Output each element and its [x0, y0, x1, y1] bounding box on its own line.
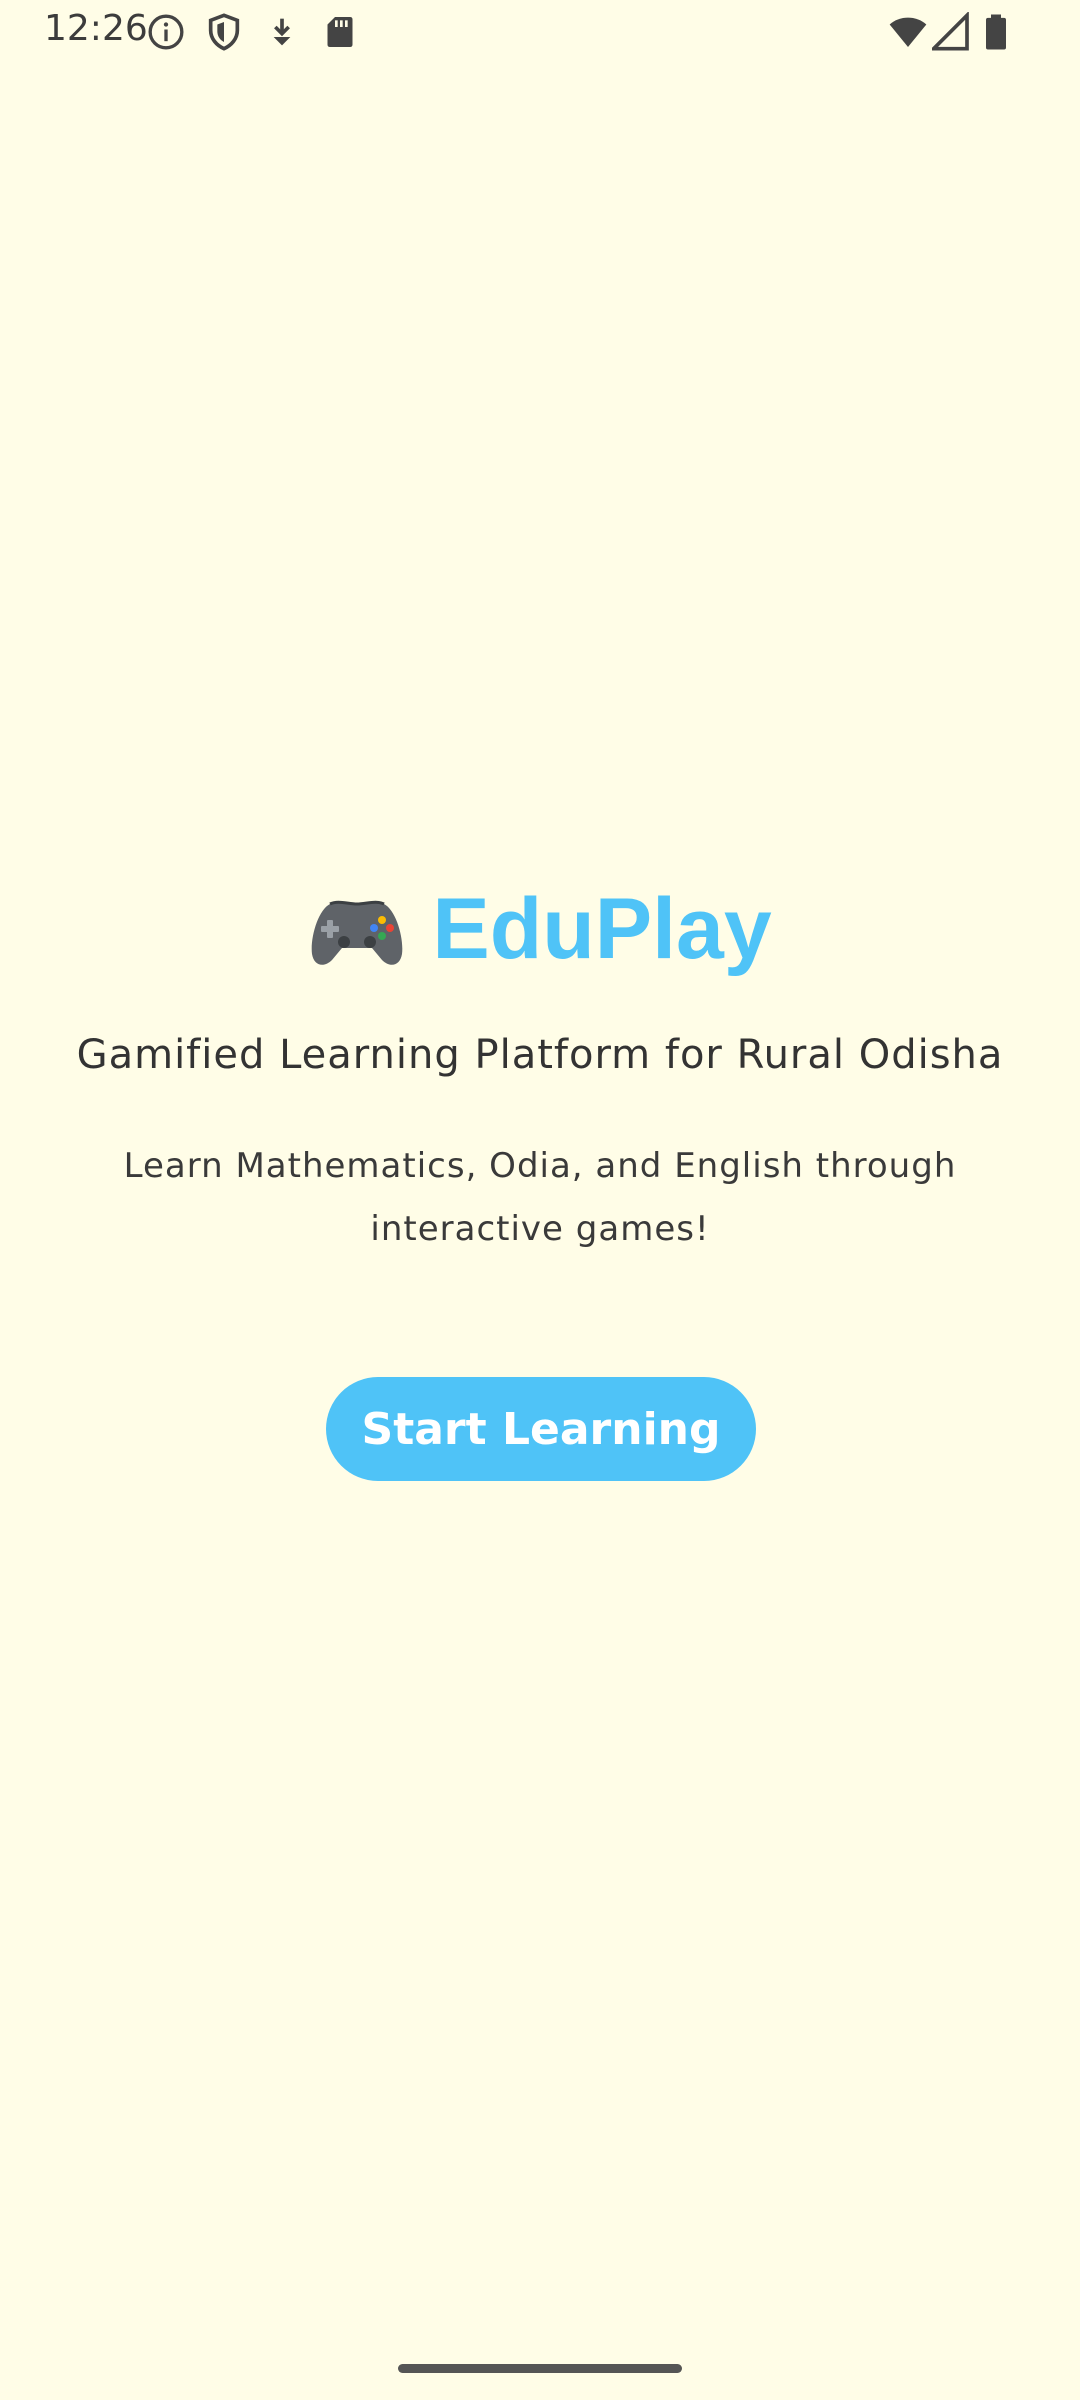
download-icon: [273, 18, 291, 46]
app-screen: 12:26 EduPlay Gamified Learning Platform…: [0, 0, 1080, 2400]
app-subtitle: Gamified Learning Platform for Rural Odi…: [76, 1032, 1004, 1078]
app-title: EduPlay: [432, 881, 772, 977]
battery-icon: [986, 14, 1006, 50]
wifi-icon: [889, 17, 927, 47]
start-learning-button[interactable]: Start Learning: [326, 1377, 756, 1481]
status-bar: 12:26: [0, 0, 1080, 64]
sd-card-icon: [327, 17, 353, 47]
signal-icon: [932, 12, 969, 51]
app-title-row: EduPlay: [0, 880, 1080, 979]
game-controller-icon: [312, 900, 403, 965]
shield-icon: [208, 13, 240, 51]
status-time: 12:26: [44, 8, 148, 49]
info-icon: [148, 14, 184, 50]
home-indicator[interactable]: [398, 2364, 682, 2373]
app-description: Learn Mathematics, Odia, and English thr…: [123, 1146, 957, 1249]
